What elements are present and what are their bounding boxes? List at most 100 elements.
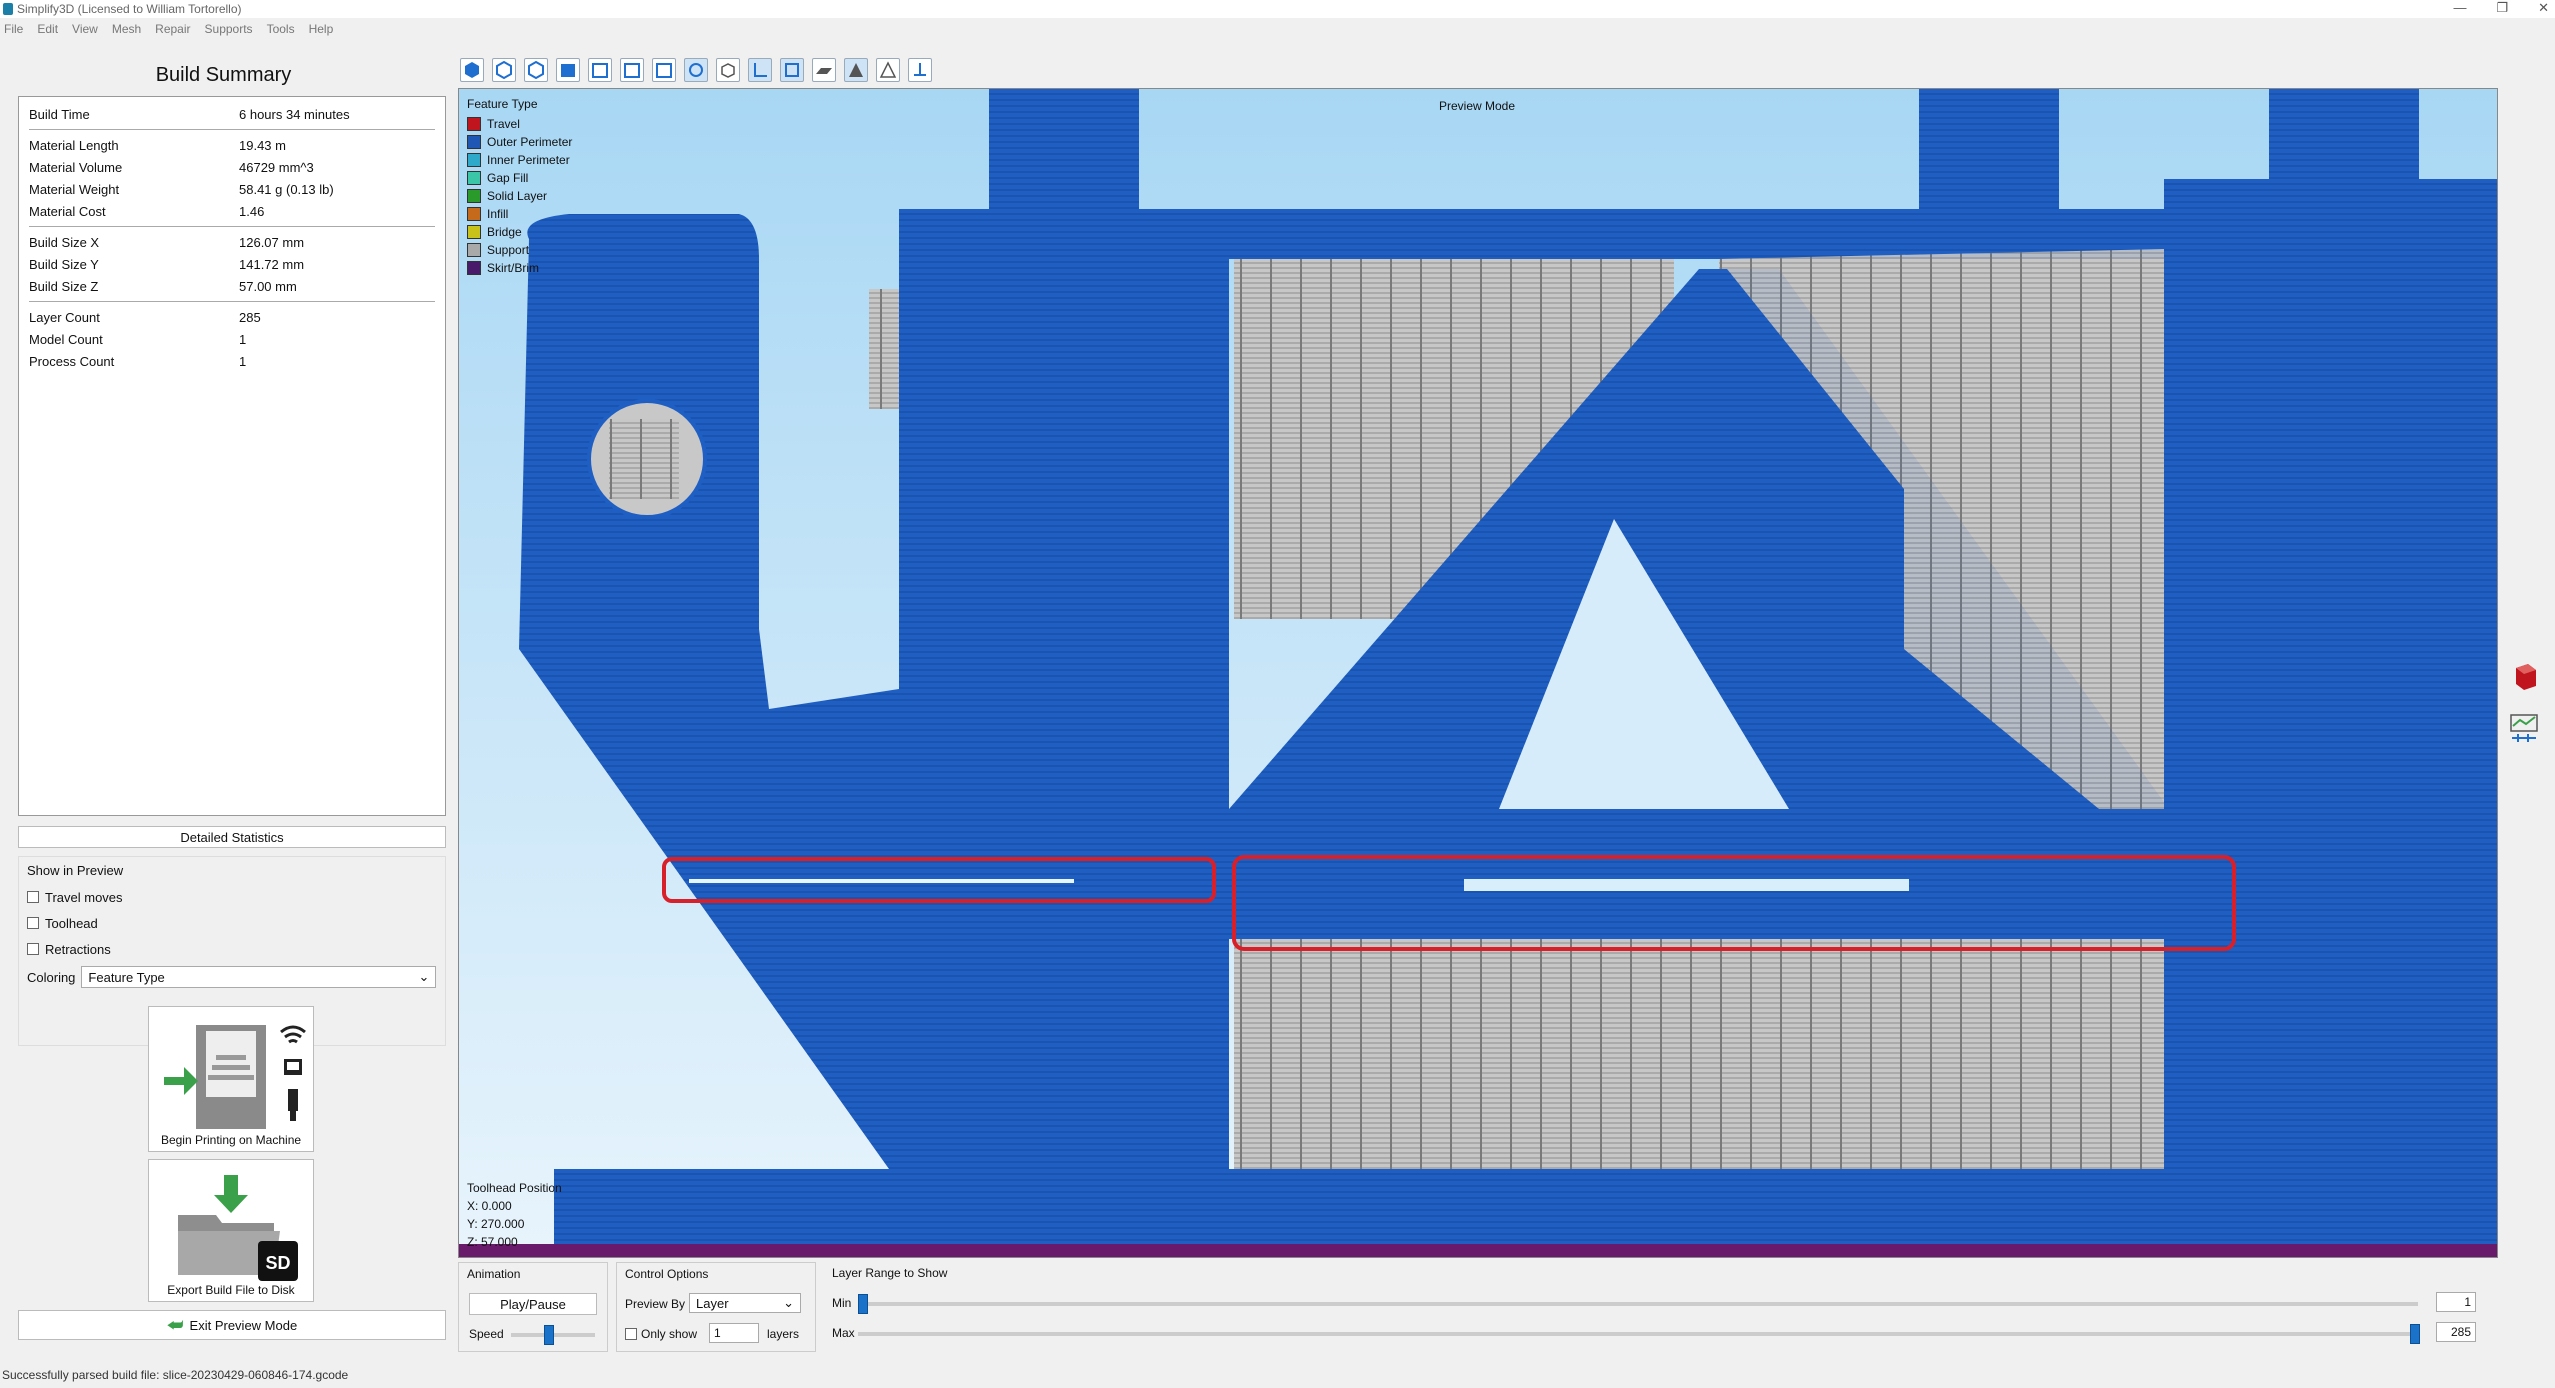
model-body — [899, 209, 1229, 1169]
stat-value: 58.41 g (0.13 lb) — [239, 181, 334, 197]
menu-help[interactable]: Help — [309, 22, 334, 40]
orthographic-icon[interactable] — [716, 58, 740, 82]
menu-edit[interactable]: Edit — [37, 22, 58, 40]
app-icon — [3, 3, 13, 15]
axes-icon[interactable] — [748, 58, 772, 82]
legend-item: Solid Layer — [467, 187, 572, 205]
perspective-icon[interactable] — [684, 58, 708, 82]
preview-by-value: Layer — [696, 1295, 729, 1311]
graph-settings-icon[interactable] — [2508, 712, 2540, 744]
stat-key: Layer Count — [29, 309, 100, 325]
legend-label: Skirt/Brim — [487, 261, 539, 275]
checkbox-box[interactable] — [27, 891, 39, 903]
build-plate-icon[interactable] — [812, 58, 836, 82]
view-top-icon[interactable] — [492, 58, 516, 82]
cube-icon[interactable] — [2508, 660, 2540, 692]
min-value: 1 — [2464, 1295, 2471, 1309]
toolhead-title: Toolhead Position — [467, 1181, 562, 1195]
layer-gap — [1464, 879, 1909, 891]
view-bottom-icon[interactable] — [524, 58, 548, 82]
support-region — [609, 419, 679, 499]
travel-moves-checkbox[interactable]: Travel moves — [19, 884, 445, 910]
menu-supports[interactable]: Supports — [205, 22, 253, 40]
stat-key: Material Volume — [29, 159, 123, 175]
toolhead-z: Z: 57.000 — [467, 1235, 518, 1249]
build-summary-title: Build Summary — [155, 64, 292, 86]
legend-item: Outer Perimeter — [467, 133, 572, 151]
stat-value: 141.72 mm — [239, 256, 305, 272]
checkbox-box[interactable] — [27, 943, 39, 955]
model-render — [459, 89, 2497, 1257]
stat-row: Process Count 1 — [29, 350, 435, 372]
toolhead-checkbox[interactable]: Toolhead — [19, 910, 445, 936]
max-slider-track[interactable] — [858, 1332, 2418, 1336]
build-volume-icon[interactable] — [780, 58, 804, 82]
view-back-icon[interactable] — [588, 58, 612, 82]
build-summary: Build Summary Build Time 6 hours 34 minut… — [6, 56, 446, 816]
play-pause-button[interactable]: Play/Pause — [469, 1293, 597, 1315]
max-slider-thumb[interactable] — [2410, 1324, 2420, 1344]
checkbox-label: Retractions — [45, 941, 111, 957]
min-label: Min — [832, 1296, 852, 1310]
only-show-checkbox[interactable]: Only show — [625, 1327, 697, 1341]
retractions-checkbox[interactable]: Retractions — [19, 936, 445, 962]
min-slider-thumb[interactable] — [858, 1294, 868, 1314]
menu-file[interactable]: File — [4, 22, 23, 40]
legend-swatch — [467, 189, 481, 203]
stat-key: Material Length — [29, 137, 119, 153]
checkbox-box[interactable] — [27, 917, 39, 929]
only-show-spinbox[interactable]: 1 — [709, 1323, 759, 1343]
detailed-statistics-button[interactable]: Detailed Statistics — [18, 826, 446, 848]
close-button[interactable]: ✕ — [2538, 0, 2549, 16]
minimize-button[interactable]: — — [2453, 0, 2466, 16]
preview-by-select[interactable]: Layer ⌄ — [689, 1293, 801, 1313]
stat-key: Build Size X — [29, 234, 100, 250]
toolhead-position: Toolhead Position X: 0.000 Y: 270.000 Z:… — [467, 1179, 562, 1251]
begin-printing-button[interactable]: Begin Printing on Machine — [148, 1006, 314, 1152]
stat-value: 1 — [239, 353, 247, 369]
min-spinbox[interactable]: 1 — [2436, 1292, 2476, 1312]
view-left-icon[interactable] — [620, 58, 644, 82]
coloring-select[interactable]: Feature Type ⌄ — [81, 966, 437, 988]
max-spinbox[interactable]: 285 — [2436, 1322, 2476, 1342]
checkbox-box[interactable] — [625, 1328, 637, 1340]
exit-preview-button[interactable]: ⮨ Exit Preview Mode — [18, 1310, 446, 1340]
stats-table: Build Time 6 hours 34 minutes Material Le… — [18, 96, 446, 816]
layers-label: layers — [767, 1327, 800, 1341]
cross-section-icon[interactable] — [844, 58, 868, 82]
left-panel: Build Summary Build Time 6 hours 34 minut… — [6, 56, 446, 1341]
stat-row: Build Size Y 141.72 mm — [29, 253, 435, 275]
export-button[interactable]: SD Export Build File to Disk — [148, 1159, 314, 1302]
speed-slider-thumb[interactable] — [543, 1325, 554, 1345]
control-options-header: Control Options — [625, 1267, 709, 1281]
status-bar: Successfully parsed build file: slice-20… — [2, 1368, 349, 1382]
view-right-icon[interactable] — [652, 58, 676, 82]
legend-swatch — [467, 153, 481, 167]
window-title: Simplify3D (Licensed to William Tortorel… — [17, 2, 242, 16]
menu-repair[interactable]: Repair — [155, 22, 190, 40]
view-front-icon[interactable] — [556, 58, 580, 82]
menu-view[interactable]: View — [72, 22, 98, 40]
speed-label: Speed — [469, 1327, 504, 1341]
toolhead-x: X: 0.000 — [467, 1199, 512, 1213]
control-options-group: Control Options Preview By Layer ⌄ Only … — [616, 1262, 816, 1352]
legend-item: Support — [467, 241, 572, 259]
menu-mesh[interactable]: Mesh — [112, 22, 141, 40]
maximize-button[interactable]: ❐ — [2496, 0, 2508, 16]
min-slider-track[interactable] — [858, 1302, 2418, 1306]
cut-plane-icon[interactable] — [876, 58, 900, 82]
stat-value: 126.07 mm — [239, 234, 305, 250]
menu-tools[interactable]: Tools — [267, 22, 295, 40]
move-origin-icon[interactable] — [908, 58, 932, 82]
only-show-value: 1 — [714, 1326, 721, 1340]
preview-viewport[interactable]: Feature Type Travel Outer Perimeter Inne… — [458, 88, 2498, 1258]
legend-label: Gap Fill — [487, 171, 529, 185]
view-default-icon[interactable] — [460, 58, 484, 82]
begin-printing-label: Begin Printing on Machine — [160, 1133, 302, 1147]
layer-range-header: Layer Range to Show — [832, 1266, 948, 1280]
exit-preview-label: Exit Preview Mode — [189, 1317, 298, 1333]
stat-value: 19.43 m — [239, 137, 286, 153]
preview-mode-label: Preview Mode — [1439, 99, 1516, 113]
legend-swatch — [467, 117, 481, 131]
right-block — [2164, 179, 2497, 1257]
